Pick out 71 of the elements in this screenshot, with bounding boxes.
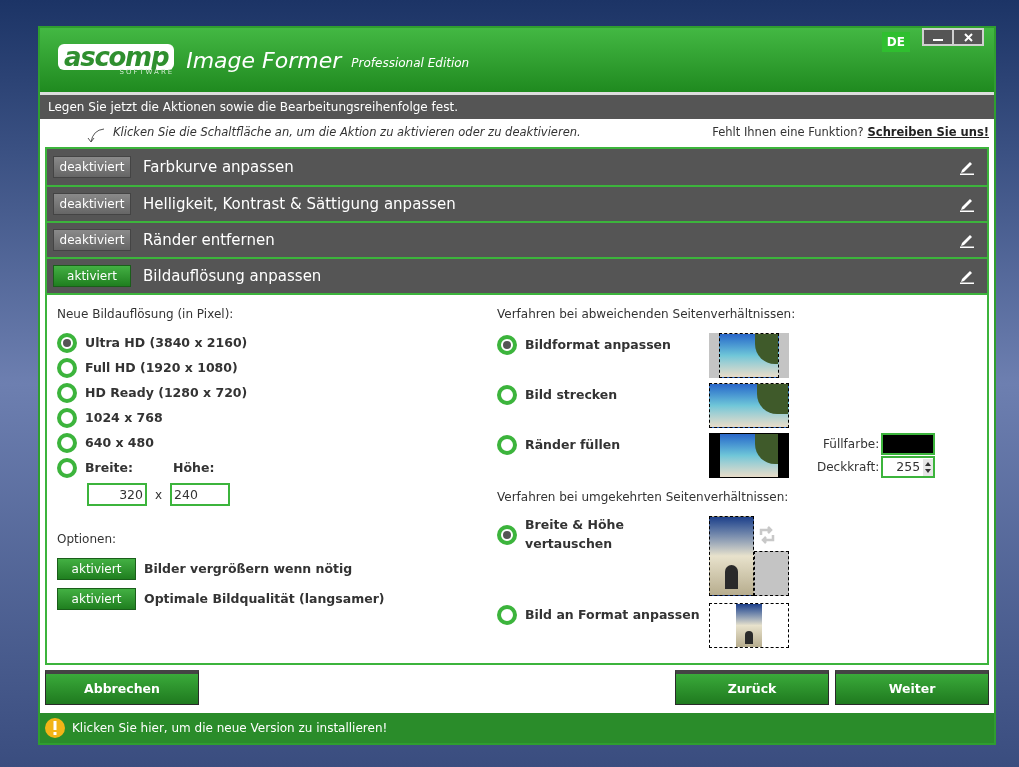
option-label: Bildformat anpassen <box>525 335 671 354</box>
option-label: 640 x 480 <box>85 433 154 452</box>
toggle-button[interactable]: aktiviert <box>57 558 136 580</box>
fill-color-swatch[interactable] <box>881 433 936 455</box>
curved-arrow-icon <box>87 128 105 144</box>
radio-button[interactable] <box>57 433 77 453</box>
option-label: Breite & Höhe vertauschen <box>525 516 625 553</box>
opacity-label: Deckkraft: <box>817 459 880 476</box>
app-title: Image Former <box>186 46 342 75</box>
option-label: Ultra HD (3840 x 2160) <box>85 333 248 352</box>
height-input[interactable]: 240 <box>170 483 231 506</box>
update-message: Klicken Sie hier, um die neue Version zu installieren! <box>72 720 388 737</box>
width-label: Breite: <box>85 458 134 477</box>
option-label: Full HD (1920 x 1080) <box>85 358 238 377</box>
hint-text: Klicken Sie die Schaltfläche an, um die Aktion zu aktivieren oder zu deaktivieren. <box>113 124 581 142</box>
edit-icon[interactable] <box>959 268 975 284</box>
toggle-button[interactable]: deaktiviert <box>53 193 131 215</box>
section-heading: Verfahren bei abweichenden Seitenverhältnissen: <box>497 306 797 323</box>
nav-button[interactable]: Weiter <box>835 670 989 705</box>
action-row[interactable]: deaktiviert Ränder entfernen <box>47 221 987 257</box>
toggle-button[interactable]: aktiviert <box>57 588 136 610</box>
option-label: Optimale Bildqualität (langsamer) <box>144 589 385 608</box>
radio-button[interactable] <box>57 333 77 353</box>
status-bar[interactable]: Klicken Sie hier, um die neue Version zu installieren! <box>40 713 994 743</box>
action-row[interactable]: aktiviert Bildauflösung anpassen <box>47 257 987 293</box>
radio-button[interactable] <box>497 335 517 355</box>
option-label: Ränder füllen <box>525 435 621 454</box>
size-separator: x <box>155 486 163 504</box>
action-label: Bildauflösung anpassen <box>143 265 322 287</box>
feedback-question: Fehlt Ihnen eine Funktion? <box>712 124 864 142</box>
warning-icon <box>44 717 66 739</box>
toggle-button[interactable]: deaktiviert <box>53 156 131 178</box>
language-button[interactable]: DE <box>881 32 910 52</box>
action-row[interactable]: deaktiviert Farbkurve anpassen <box>47 149 987 185</box>
edit-icon[interactable] <box>959 232 975 248</box>
option-label: HD Ready (1280 x 720) <box>85 383 248 402</box>
action-row[interactable]: deaktiviert Helligkeit, Kontrast & Sättigung anpassen <box>47 185 987 221</box>
nav-button[interactable]: Zurück <box>675 670 829 705</box>
fill-color-label: Füllfarbe: <box>822 436 880 453</box>
height-label: Höhe: <box>173 458 215 477</box>
action-label: Ränder entfernen <box>143 229 275 251</box>
radio-button[interactable] <box>497 605 517 625</box>
radio-button[interactable] <box>497 385 517 405</box>
nav-button[interactable]: Abbrechen <box>45 670 199 705</box>
width-input[interactable]: 320 <box>87 483 147 506</box>
instruction-bar: Legen Sie jetzt die Aktionen sowie die Bearbeitungsreihenfolge fest. <box>40 95 994 119</box>
radio-button[interactable] <box>497 435 517 455</box>
toggle-button[interactable]: deaktiviert <box>53 229 131 251</box>
spin-arrows-icon[interactable] <box>923 458 934 476</box>
option-label: 1024 x 768 <box>85 408 163 427</box>
action-label: Helligkeit, Kontrast & Sättigung anpassen <box>143 193 456 215</box>
close-icon[interactable] <box>954 30 982 44</box>
edit-icon[interactable] <box>959 159 975 175</box>
toggle-button[interactable]: aktiviert <box>53 265 131 287</box>
radio-button[interactable] <box>497 524 517 545</box>
section-heading: Verfahren bei umgekehrten Seitenverhältnissen: <box>497 489 790 506</box>
action-label: Farbkurve anpassen <box>143 156 294 178</box>
feedback-link[interactable]: Schreiben Sie uns! <box>867 124 989 142</box>
option-label: Bild strecken <box>525 385 618 404</box>
radio-button[interactable] <box>57 408 77 428</box>
edition-label: Professional Edition <box>351 55 470 72</box>
minimize-icon[interactable] <box>924 30 952 44</box>
edit-icon[interactable] <box>959 196 975 212</box>
opacity-spinbox[interactable]: 255 <box>881 456 936 478</box>
section-heading: Neue Bildauflösung (in Pixel): <box>57 306 235 323</box>
radio-button[interactable] <box>57 458 77 478</box>
section-heading: Optionen: <box>57 531 118 548</box>
radio-button[interactable] <box>57 383 77 403</box>
radio-button[interactable] <box>57 358 77 378</box>
option-label: Bild an Format anpassen <box>525 605 700 624</box>
option-label: Bilder vergrößern wenn nötig <box>144 559 353 578</box>
